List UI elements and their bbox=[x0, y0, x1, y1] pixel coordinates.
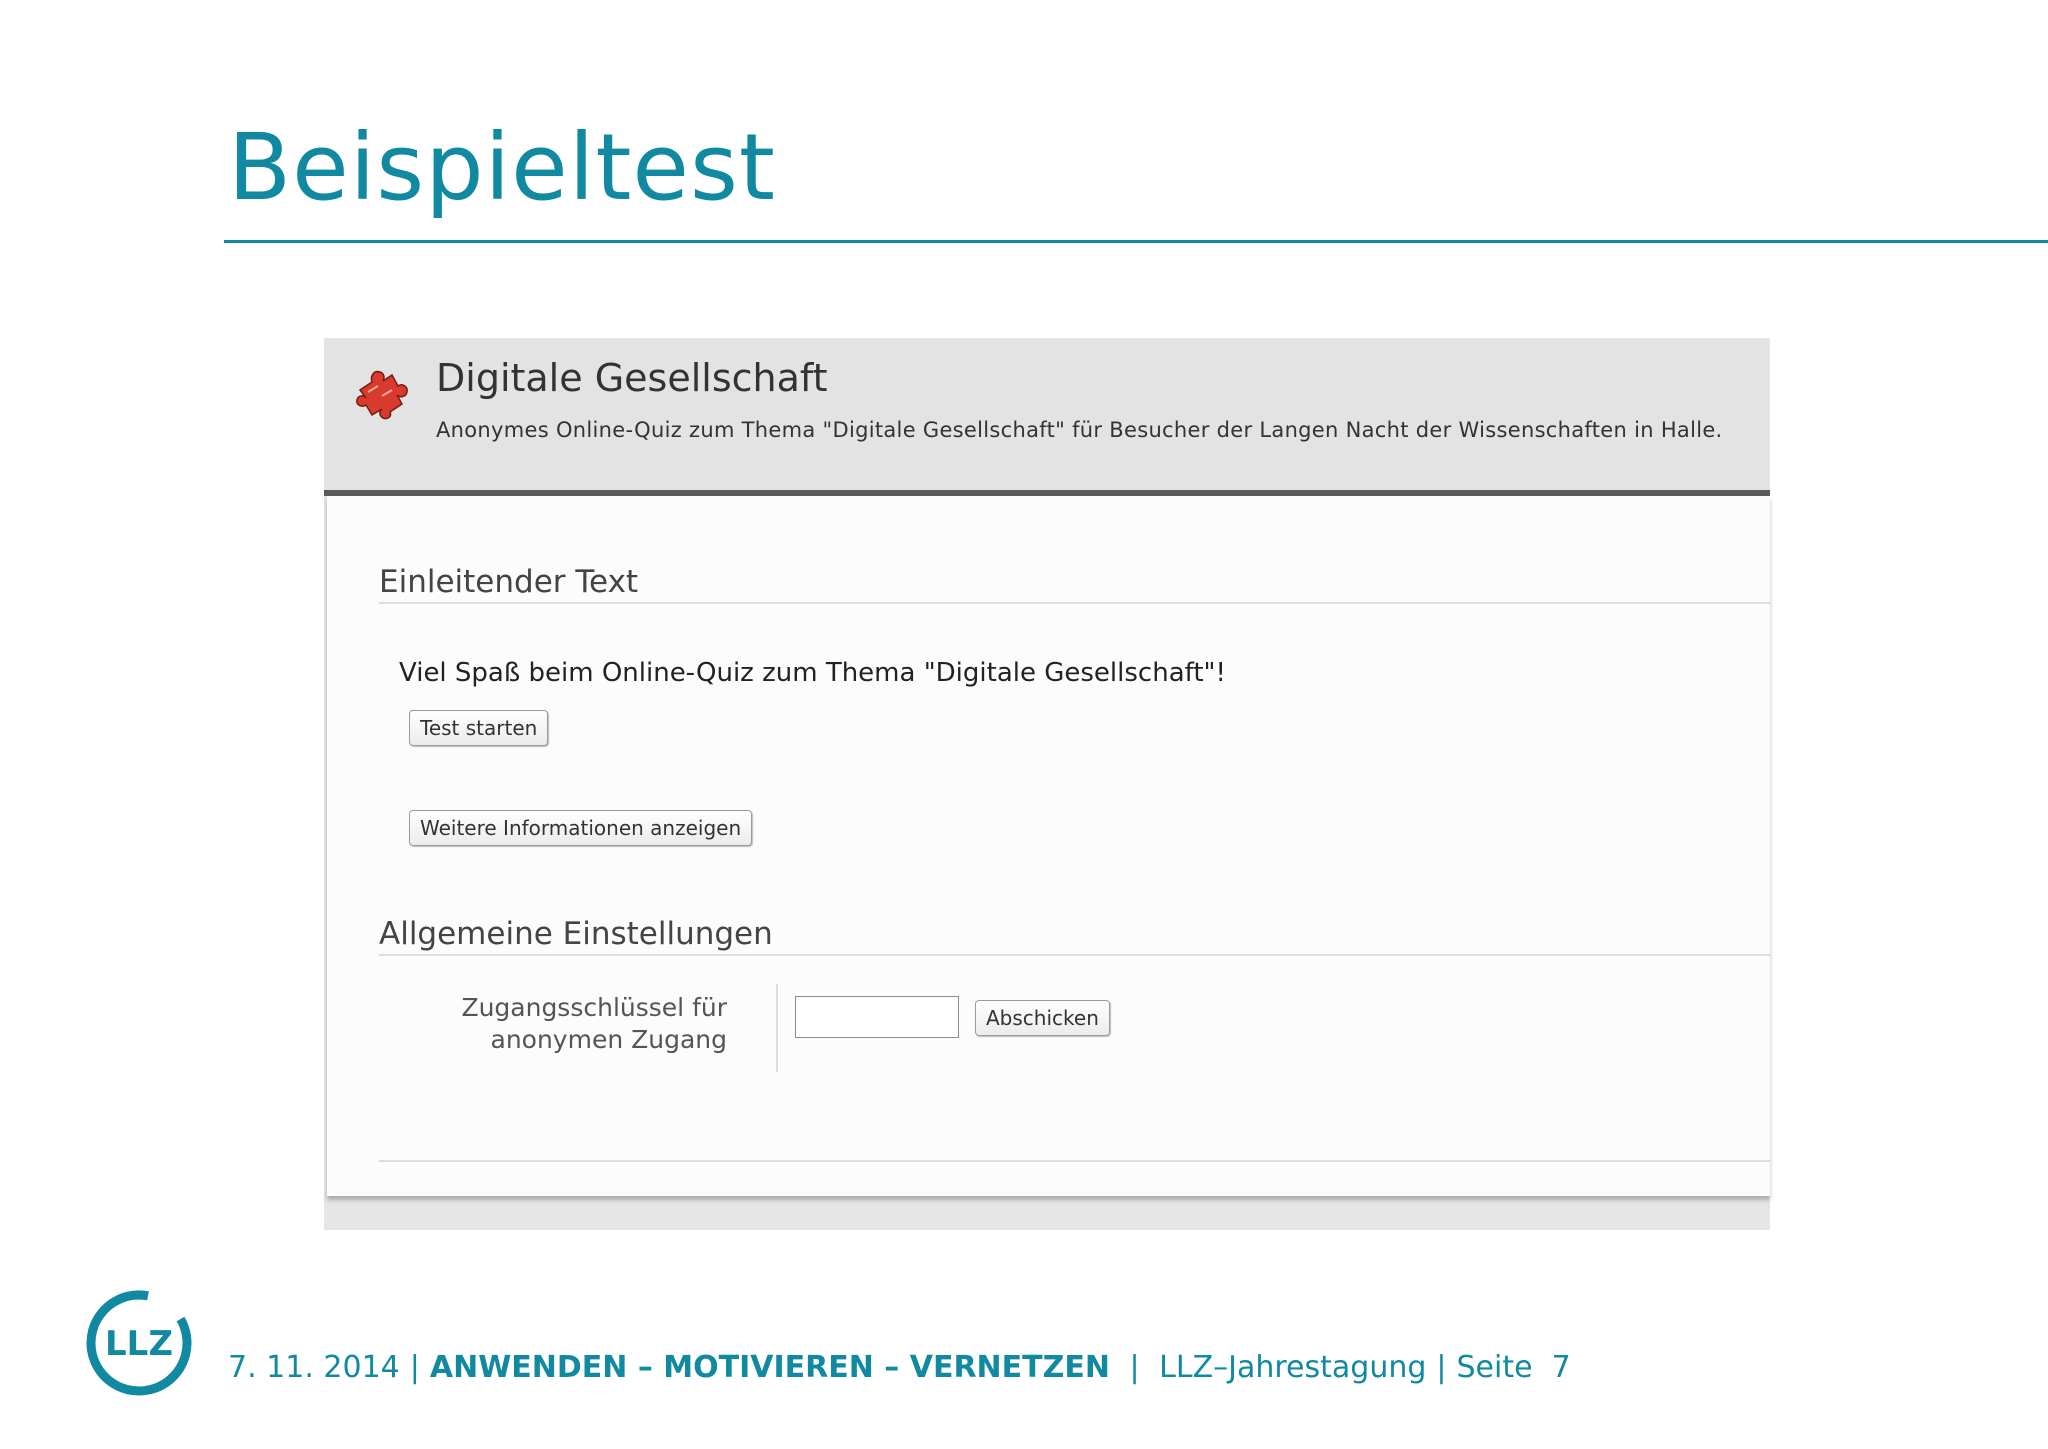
title-divider bbox=[224, 240, 2048, 243]
submit-button[interactable]: Abschicken bbox=[975, 1000, 1110, 1036]
slide: Beispieltest Digitale Gesellschaft Anony… bbox=[0, 0, 2048, 1449]
intro-heading: Einleitender Text bbox=[379, 564, 639, 600]
footer-event: LLZ–Jahrestagung bbox=[1159, 1350, 1427, 1385]
form-bottom-rule bbox=[379, 1160, 1770, 1162]
test-content: Einleitender Text Viel Spaß beim Online-… bbox=[327, 496, 1770, 1196]
footer-separator: | bbox=[1119, 1350, 1150, 1385]
start-test-button[interactable]: Test starten bbox=[409, 710, 549, 746]
footer-separator: | bbox=[1436, 1350, 1447, 1385]
footer-date: 7. 11. 2014 bbox=[228, 1350, 400, 1385]
footer-page-label: Seite bbox=[1456, 1350, 1533, 1385]
intro-rule bbox=[379, 602, 1770, 604]
slide-title: Beispieltest bbox=[228, 114, 777, 221]
access-key-label-line1: Zugangsschlüssel für bbox=[461, 993, 727, 1022]
logo-text: LLZ bbox=[105, 1324, 173, 1364]
app-description: Anonymes Online-Quiz zum Thema "Digitale… bbox=[436, 418, 1723, 442]
footer: 7. 11. 2014 | ANWENDEN – MOTIVIEREN – VERN… bbox=[228, 1350, 1571, 1385]
app-header: Digitale Gesellschaft Anonymes Online-Qu… bbox=[324, 338, 1770, 490]
footer-separator: | bbox=[409, 1350, 420, 1385]
puzzle-piece-icon bbox=[356, 370, 408, 420]
llz-logo: LLZ bbox=[86, 1290, 192, 1396]
access-key-input[interactable] bbox=[795, 996, 959, 1038]
form-divider bbox=[776, 984, 778, 1072]
footer-motto: ANWENDEN – MOTIVIEREN – VERNETZEN bbox=[429, 1350, 1110, 1385]
intro-text: Viel Spaß beim Online-Quiz zum Thema "Di… bbox=[399, 658, 1226, 688]
app-title: Digitale Gesellschaft bbox=[436, 356, 828, 400]
access-key-label-line2: anonymen Zugang bbox=[490, 1025, 728, 1054]
settings-rule bbox=[379, 954, 1770, 956]
screenshot-panel: Digitale Gesellschaft Anonymes Online-Qu… bbox=[324, 338, 1770, 1230]
settings-heading: Allgemeine Einstellungen bbox=[379, 916, 773, 952]
access-key-label: Zugangsschlüssel für anonymen Zugang bbox=[427, 992, 727, 1056]
more-info-button[interactable]: Weitere Informationen anzeigen bbox=[409, 810, 753, 846]
footer-page-number: 7 bbox=[1551, 1350, 1571, 1385]
